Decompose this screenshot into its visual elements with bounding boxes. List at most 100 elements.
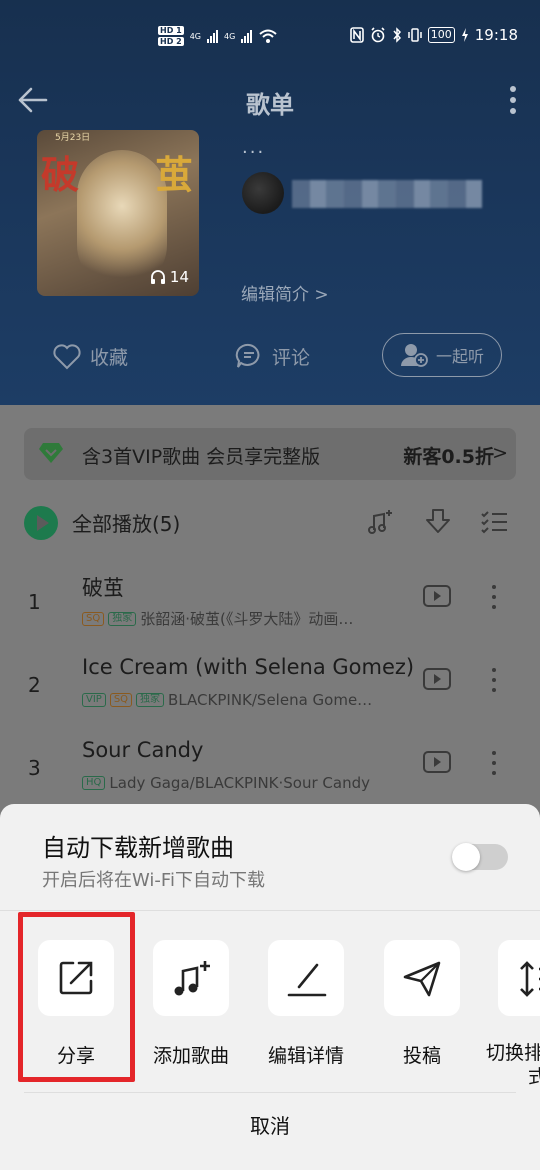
auto-download-subtitle: 开启后将在Wi-Fi下自动下载: [42, 870, 265, 891]
sort-icon: [520, 961, 540, 997]
song-title: Sour Candy: [82, 738, 204, 762]
submit-option-tile[interactable]: [384, 940, 460, 1016]
clock: 19:18: [474, 26, 518, 44]
status-bar: HD 1 HD 2 4G 4G 100 19:18: [0, 22, 540, 56]
edit-details-option[interactable]: 编辑详情: [267, 940, 345, 1068]
sort-label-line1: 切换排: [486, 1042, 540, 1064]
comment-icon: [235, 343, 260, 368]
video-play-icon[interactable]: [422, 584, 452, 608]
cancel-button[interactable]: 取消: [0, 1110, 540, 1139]
signal-2-icon: [241, 29, 253, 43]
chevron-right-icon: >: [492, 442, 508, 464]
song-meta: SQ 独家 张韶涵·破茧(《斗罗大陆》动画…: [82, 608, 422, 629]
cover-title-right: 茧: [154, 152, 193, 197]
add-song-label: 添加歌曲: [152, 1045, 229, 1067]
edit-details-label: 编辑详情: [267, 1045, 344, 1067]
network-label-2: 4G: [223, 31, 236, 41]
diamond-icon: [39, 443, 63, 463]
status-left: HD 1 HD 2 4G 4G: [158, 26, 278, 46]
screen: HD 1 HD 2 4G 4G 100 19:18 歌单 5月23日 破 茧 1…: [0, 0, 540, 1170]
download-icon[interactable]: [422, 506, 454, 538]
playlist-header: HD 1 HD 2 4G 4G 100 19:18 歌单 5月23日 破 茧 1…: [0, 0, 540, 405]
hd-badge-1: HD 1: [158, 26, 184, 35]
vip-promo-text: 新客0.5折: [403, 446, 494, 468]
comment-button[interactable]: 评论: [234, 332, 310, 380]
charging-icon: [461, 28, 468, 42]
more-menu-icon[interactable]: [506, 83, 520, 117]
favorite-label: 收藏: [90, 346, 129, 369]
song-artist-album: 张韶涵·破茧(《斗罗大陆》动画…: [140, 610, 354, 628]
song-number: 3: [28, 756, 41, 780]
edit-icon: [287, 963, 327, 997]
signal-1-icon: [206, 29, 218, 43]
auto-download-toggle[interactable]: [452, 843, 508, 871]
exclusive-tag: 独家: [136, 693, 165, 707]
comment-label: 评论: [272, 346, 311, 369]
heart-icon: [53, 344, 81, 370]
playlist-name[interactable]: ···: [242, 142, 265, 163]
page-title: 歌单: [246, 91, 294, 119]
add-to-queue-icon[interactable]: [364, 506, 396, 538]
add-song-option[interactable]: 添加歌曲: [152, 940, 230, 1068]
cover-date: 5月23日: [55, 133, 91, 143]
paper-plane-icon: [403, 961, 441, 997]
top-bar: 歌单: [0, 75, 540, 125]
toggle-knob: [452, 843, 480, 871]
vip-banner-text: 含3首VIP歌曲 会员享完整版: [82, 446, 321, 468]
edit-details-option-tile[interactable]: [268, 940, 344, 1016]
hd-badge-2: HD 2: [158, 37, 184, 46]
song-artist-album: BLACKPINK/Selena Gome…: [168, 691, 373, 709]
hd-badges: HD 1 HD 2: [158, 26, 184, 46]
play-all-icon[interactable]: [24, 506, 58, 540]
song-number: 2: [28, 673, 41, 697]
song-number: 1: [28, 590, 41, 614]
quality-tag: HQ: [82, 776, 106, 790]
auto-download-title: 自动下载新增歌曲: [42, 834, 234, 862]
playlist-actions: 收藏 评论 一起听: [0, 332, 540, 380]
vibrate-icon: [408, 28, 422, 42]
submit-option[interactable]: 投稿: [383, 940, 461, 1068]
network-label-1: 4G: [189, 31, 201, 41]
sort-label: 切换排 式: [486, 1041, 540, 1089]
sort-option-tile[interactable]: [498, 940, 540, 1016]
listen-together-button[interactable]: 一起听: [382, 333, 502, 377]
creator-name-blurred[interactable]: [292, 180, 482, 208]
bluetooth-icon: [393, 27, 401, 43]
play-all-label[interactable]: 全部播放(5): [72, 508, 180, 537]
edit-intro-link[interactable]: 编辑简介 >: [241, 280, 329, 305]
sort-option[interactable]: 切换排 式: [486, 940, 540, 1089]
song-row[interactable]: 3 Sour Candy HQ Lady Gaga/BLACKPINK·Sour…: [0, 726, 540, 806]
highlight-box: [18, 912, 135, 1082]
song-meta: VIP SQ 独家 BLACKPINK/Selena Gome…: [82, 691, 422, 709]
song-title: 破茧: [82, 576, 124, 600]
quality-tag: SQ: [109, 693, 133, 707]
play-count: 14: [150, 268, 189, 286]
playlist-cover[interactable]: 5月23日 破 茧 14: [37, 130, 199, 296]
divider: [0, 910, 540, 911]
sort-label-line2: 式: [528, 1066, 540, 1088]
video-play-icon[interactable]: [422, 667, 452, 691]
song-row[interactable]: 2 Ice Cream (with Selena Gomez) VIP SQ 独…: [0, 643, 540, 723]
song-artist-album: Lady Gaga/BLACKPINK·Sour Candy: [109, 774, 370, 792]
song-more-icon[interactable]: [484, 665, 504, 695]
song-meta: HQ Lady Gaga/BLACKPINK·Sour Candy: [82, 774, 422, 792]
play-all-row: 全部播放(5): [0, 500, 540, 544]
song-row[interactable]: 1 破茧 SQ 独家 张韶涵·破茧(《斗罗大陆》动画…: [0, 560, 540, 640]
song-more-icon[interactable]: [484, 582, 504, 612]
nfc-icon: [349, 27, 364, 43]
cover-title-left: 破: [41, 152, 80, 197]
song-title: Ice Cream (with Selena Gomez): [82, 655, 415, 679]
add-song-option-tile[interactable]: [153, 940, 229, 1016]
play-count-value: 14: [169, 268, 189, 286]
multi-select-icon[interactable]: [478, 506, 510, 538]
favorite-button[interactable]: 收藏: [52, 332, 128, 380]
exclusive-tag: 独家: [108, 611, 137, 626]
alarm-icon: [371, 27, 385, 43]
creator-avatar[interactable]: [242, 172, 284, 214]
headphones-icon: [150, 270, 165, 284]
song-more-icon[interactable]: [484, 748, 504, 778]
wifi-icon: [259, 29, 277, 43]
vip-banner[interactable]: 含3首VIP歌曲 会员享完整版 新客0.5折 >: [24, 428, 516, 480]
add-user-icon: [400, 344, 428, 367]
video-play-icon[interactable]: [422, 750, 452, 774]
